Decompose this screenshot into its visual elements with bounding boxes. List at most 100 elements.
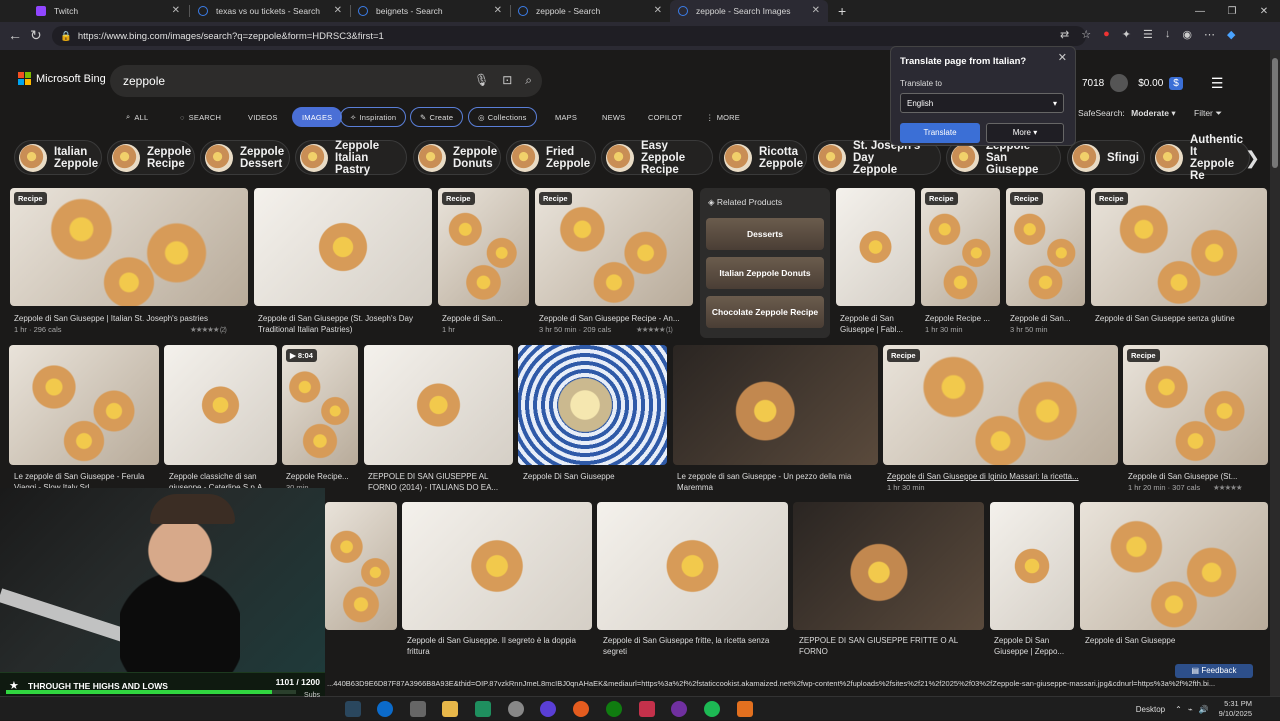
app-icon[interactable] [410, 701, 426, 717]
rewards-trophy-icon[interactable] [1110, 74, 1129, 92]
image-result[interactable] [518, 345, 667, 465]
result-caption[interactable]: Zeppole di San Giuseppe (St... [1128, 471, 1268, 482]
back-icon[interactable]: ← [8, 27, 22, 43]
language-select[interactable]: English ▾ [900, 93, 1064, 113]
image-result[interactable]: Recipe [883, 345, 1118, 465]
nav-create[interactable]: ✎ Create [410, 107, 464, 127]
result-caption[interactable]: Le zeppole di san Giuseppe - Un pezzo de… [677, 471, 877, 493]
spotify-icon[interactable] [704, 701, 720, 717]
new-tab-button[interactable]: + [830, 0, 850, 22]
close-icon[interactable]: ✕ [1058, 51, 1067, 64]
image-result[interactable]: ▶ 8:04 [282, 345, 358, 465]
close-tab-icon[interactable]: ✕ [494, 5, 502, 16]
app-icon[interactable] [671, 701, 687, 717]
chip-item[interactable]: Sfingi [1067, 140, 1145, 175]
image-result[interactable] [325, 502, 397, 630]
visual-search-icon[interactable]: ⊡ [502, 73, 512, 88]
desktop-label[interactable]: Desktop [1136, 705, 1165, 714]
rewards-points[interactable]: 7018 [1082, 78, 1104, 89]
scrollbar-thumb[interactable] [1272, 58, 1278, 168]
close-window-icon[interactable]: ✕ [1248, 6, 1280, 17]
image-result[interactable] [402, 502, 592, 630]
nav-inspiration[interactable]: ✧ Inspiration [340, 107, 407, 127]
chip-item[interactable]: Ricotta Zeppole [719, 140, 807, 175]
settings-icon[interactable] [508, 701, 524, 717]
copilot-icon[interactable]: ◆ [1227, 28, 1235, 41]
result-caption[interactable]: Zeppole Recipe... [286, 471, 358, 482]
image-result[interactable] [164, 345, 277, 465]
volume-icon[interactable]: 🔊 [1199, 705, 1209, 714]
xbox-icon[interactable] [606, 701, 622, 717]
result-caption[interactable]: Zeppole di San Giuseppe senza glutine [1095, 313, 1265, 324]
search-icon[interactable]: ⌕ [525, 73, 532, 88]
result-caption[interactable]: Zeppole di San... [1010, 313, 1086, 324]
image-result[interactable]: Recipe [1123, 345, 1268, 465]
image-result[interactable] [254, 188, 432, 306]
feedback-button[interactable]: ▤ Feedback [1175, 664, 1253, 678]
filter-button[interactable]: Filter ⏷ [1194, 108, 1222, 119]
result-caption[interactable]: Zeppole di San Giuseppe (St. Joseph's Da… [258, 313, 434, 335]
image-result[interactable]: Recipe [921, 188, 1000, 306]
app-icon[interactable] [475, 701, 491, 717]
result-caption[interactable]: Zeppole di San Giuseppe fritte, la ricet… [603, 635, 788, 657]
result-caption[interactable]: Zeppole Di San Giuseppe [523, 471, 668, 482]
tab-zeppole-images[interactable]: zeppole - Search Images ✕ [670, 0, 828, 22]
close-tab-icon[interactable]: ✕ [812, 5, 820, 16]
image-result[interactable]: Recipe [10, 188, 248, 306]
close-tab-icon[interactable]: ✕ [334, 5, 342, 16]
url-field[interactable]: 🔒 https://www.bing.com/images/search?q=z… [52, 26, 1086, 46]
app-icon[interactable] [540, 701, 556, 717]
image-result[interactable] [9, 345, 159, 465]
related-product-item[interactable]: Italian Zeppole Donuts [706, 257, 824, 289]
result-caption[interactable]: Zeppole di San... [442, 313, 528, 324]
puzzle-icon[interactable]: ✦ [1122, 28, 1131, 41]
related-product-item[interactable]: Chocolate Zeppole Recipe [706, 296, 824, 328]
app-icon[interactable] [639, 701, 655, 717]
refresh-icon[interactable]: ↻ [30, 27, 42, 44]
download-icon[interactable]: ↓ [1165, 28, 1171, 41]
favorite-star-icon[interactable]: ☆ [1081, 28, 1091, 41]
image-result[interactable] [836, 188, 915, 306]
microphone-icon[interactable]: 🎙 [474, 73, 489, 88]
app-icon[interactable] [573, 701, 589, 717]
image-result[interactable] [1080, 502, 1268, 630]
chip-item[interactable]: Zeppole Donuts [413, 140, 501, 175]
result-caption[interactable]: Zeppole di San Giuseppe [1085, 635, 1265, 646]
result-caption[interactable]: Zeppole di San Giuseppe di Iginio Massar… [887, 471, 1117, 482]
chevron-up-icon[interactable]: ⌃ [1175, 705, 1182, 714]
folder-icon[interactable] [442, 701, 458, 717]
tab-twitch[interactable]: Twitch ✕ [28, 0, 188, 22]
nav-videos[interactable]: VIDEOS [248, 107, 278, 127]
hamburger-menu-icon[interactable]: ☰ [1211, 75, 1224, 92]
chip-item[interactable]: Easy Zeppole Recipe [601, 140, 713, 176]
image-result[interactable]: Recipe [535, 188, 693, 306]
close-tab-icon[interactable]: ✕ [172, 5, 180, 16]
image-result[interactable] [990, 502, 1074, 630]
network-icon[interactable]: ⌁ [1188, 705, 1193, 714]
maximize-icon[interactable]: ❐ [1216, 6, 1248, 17]
image-result[interactable]: Recipe [1091, 188, 1267, 306]
safesearch-control[interactable]: SafeSearch: Moderate ▾ [1078, 108, 1176, 119]
chip-item[interactable]: Italian Zeppole [14, 140, 102, 175]
translate-icon[interactable]: ⇄ [1060, 28, 1069, 41]
close-tab-icon[interactable]: ✕ [654, 5, 662, 16]
image-result[interactable] [364, 345, 513, 465]
bing-logo[interactable]: Microsoft Bing [18, 72, 106, 85]
image-result[interactable]: Recipe [438, 188, 529, 306]
extension-icon[interactable]: ● [1103, 28, 1110, 41]
chip-item[interactable]: Zeppole Dessert [200, 140, 290, 175]
nav-collections[interactable]: ◎ Collections [468, 107, 537, 127]
result-caption[interactable]: Zeppole di San Giuseppe. Il segreto è la… [407, 635, 592, 657]
related-product-item[interactable]: Desserts [706, 218, 824, 250]
result-caption[interactable]: Zeppole Recipe ... [925, 313, 1001, 324]
nav-maps[interactable]: MAPS [555, 107, 577, 127]
result-caption[interactable]: ZEPPOLE DI SAN GIUSEPPE FRITTE O AL FORN… [799, 635, 984, 657]
profile-icon[interactable]: ◉ [1182, 28, 1192, 41]
nav-images[interactable]: IMAGES [292, 107, 343, 127]
translate-button[interactable]: Translate [900, 123, 980, 143]
image-result[interactable] [793, 502, 984, 630]
image-result[interactable]: Recipe [1006, 188, 1085, 306]
nav-more[interactable]: ⋮ MORE [706, 107, 740, 127]
result-caption[interactable]: ZEPPOLE DI SAN GIUSEPPE AL FORNO (2014) … [368, 471, 513, 493]
minimize-icon[interactable]: — [1184, 6, 1216, 17]
